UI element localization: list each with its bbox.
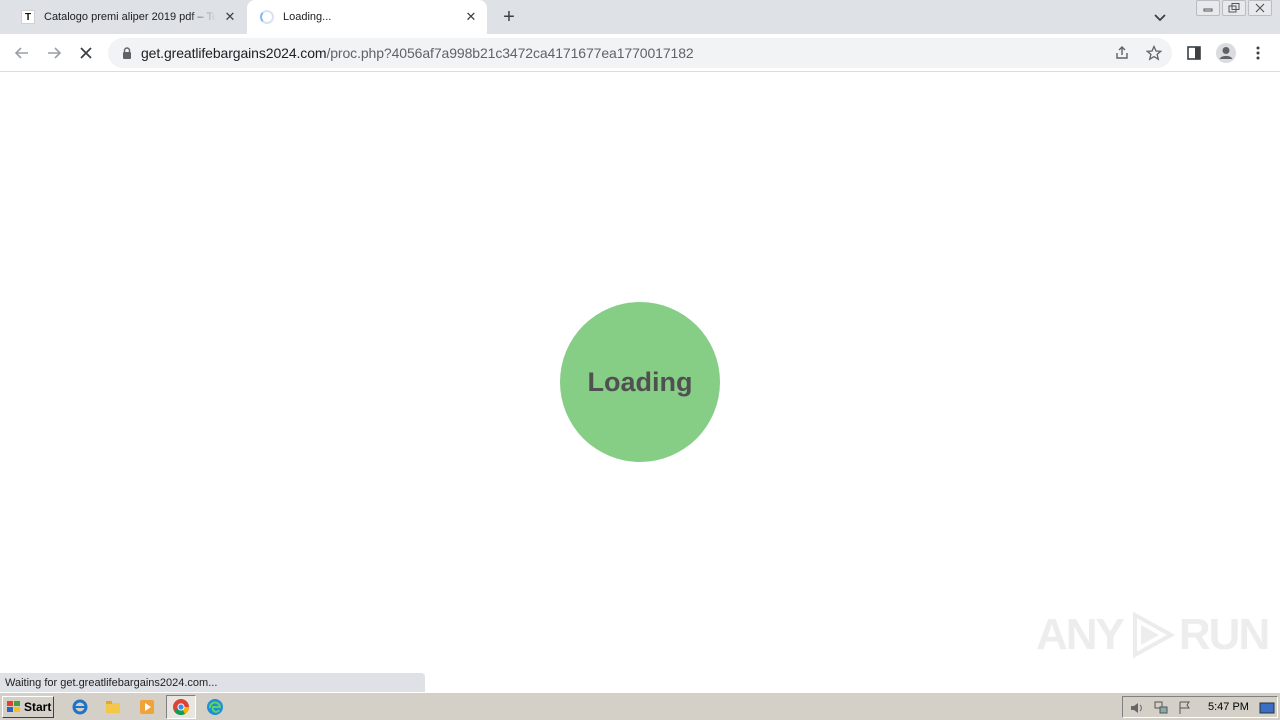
windows-flag-icon <box>7 701 20 712</box>
status-bubble: Waiting for get.greatlifebargains2024.co… <box>0 673 425 692</box>
edge-icon[interactable] <box>205 697 225 717</box>
stop-loading-icon[interactable] <box>72 39 100 67</box>
forward-arrow-icon[interactable] <box>40 39 68 67</box>
chrome-icon <box>173 699 189 715</box>
url-host: get.greatlifebargains2024.com <box>141 45 327 61</box>
watermark-left: ANY <box>1036 610 1125 659</box>
tab-title: Loading... <box>283 11 332 23</box>
browser-toolbar: get.greatlifebargains2024.com/proc.php?4… <box>0 34 1280 72</box>
window-controls <box>1196 0 1272 17</box>
anyrun-watermark: ANY RUN <box>1036 610 1270 660</box>
restore-icon[interactable] <box>1222 0 1246 16</box>
show-desktop-icon[interactable] <box>1259 700 1275 716</box>
close-icon[interactable]: ✕ <box>463 9 479 25</box>
network-icon[interactable] <box>1153 700 1169 716</box>
url-text[interactable]: get.greatlifebargains2024.com/proc.php?4… <box>141 45 694 61</box>
loading-circle: Loading <box>560 302 720 462</box>
start-label: Start <box>24 700 52 714</box>
bookmark-star-icon[interactable] <box>1144 43 1164 63</box>
lock-icon <box>123 47 131 59</box>
tab-strip: T Catalogo premi aliper 2019 pdf – Teleg… <box>0 0 1280 34</box>
action-center-flag-icon[interactable] <box>1177 700 1193 716</box>
new-tab-button[interactable]: + <box>498 6 520 28</box>
kebab-menu-icon[interactable] <box>1244 39 1272 67</box>
volume-icon[interactable] <box>1129 700 1145 716</box>
watermark-right: RUN <box>1178 610 1270 659</box>
file-explorer-icon[interactable] <box>103 697 123 717</box>
tab-title: Catalogo premi aliper 2019 pdf – Telegra… <box>44 11 216 23</box>
url-path: /proc.php?4056af7a998b21c3472ca4171677ea… <box>326 45 694 61</box>
back-arrow-icon[interactable] <box>8 39 36 67</box>
system-tray <box>1122 696 1278 718</box>
tab-telegraph[interactable]: T Catalogo premi aliper 2019 pdf – Teleg… <box>8 0 246 34</box>
start-button[interactable]: Start <box>2 696 54 718</box>
side-panel-icon[interactable] <box>1180 39 1208 67</box>
tab-loading[interactable]: Loading... ✕ <box>247 0 487 34</box>
play-triangle-icon <box>1132 611 1175 659</box>
chrome-taskbar-button[interactable] <box>166 695 196 719</box>
telegraph-t-icon: T <box>20 9 36 25</box>
share-icon[interactable] <box>1112 43 1132 63</box>
clock: 5:47 PM <box>1208 701 1249 713</box>
page-content: Loading ANY RUN Waiting for get.greatlif… <box>0 72 1280 692</box>
loading-spinner-icon <box>259 9 275 25</box>
close-icon[interactable]: ✕ <box>222 9 238 25</box>
media-player-icon[interactable] <box>137 697 157 717</box>
favicon-letter: T <box>21 10 35 24</box>
taskbar: Start 5:47 PM <box>0 692 1280 720</box>
profile-avatar-icon[interactable] <box>1212 39 1240 67</box>
close-window-icon[interactable] <box>1248 0 1272 16</box>
internet-explorer-icon[interactable] <box>70 697 90 717</box>
minimize-icon[interactable] <box>1196 0 1220 16</box>
address-bar[interactable]: get.greatlifebargains2024.com/proc.php?4… <box>108 38 1172 68</box>
chevron-down-icon[interactable] <box>1150 7 1170 27</box>
